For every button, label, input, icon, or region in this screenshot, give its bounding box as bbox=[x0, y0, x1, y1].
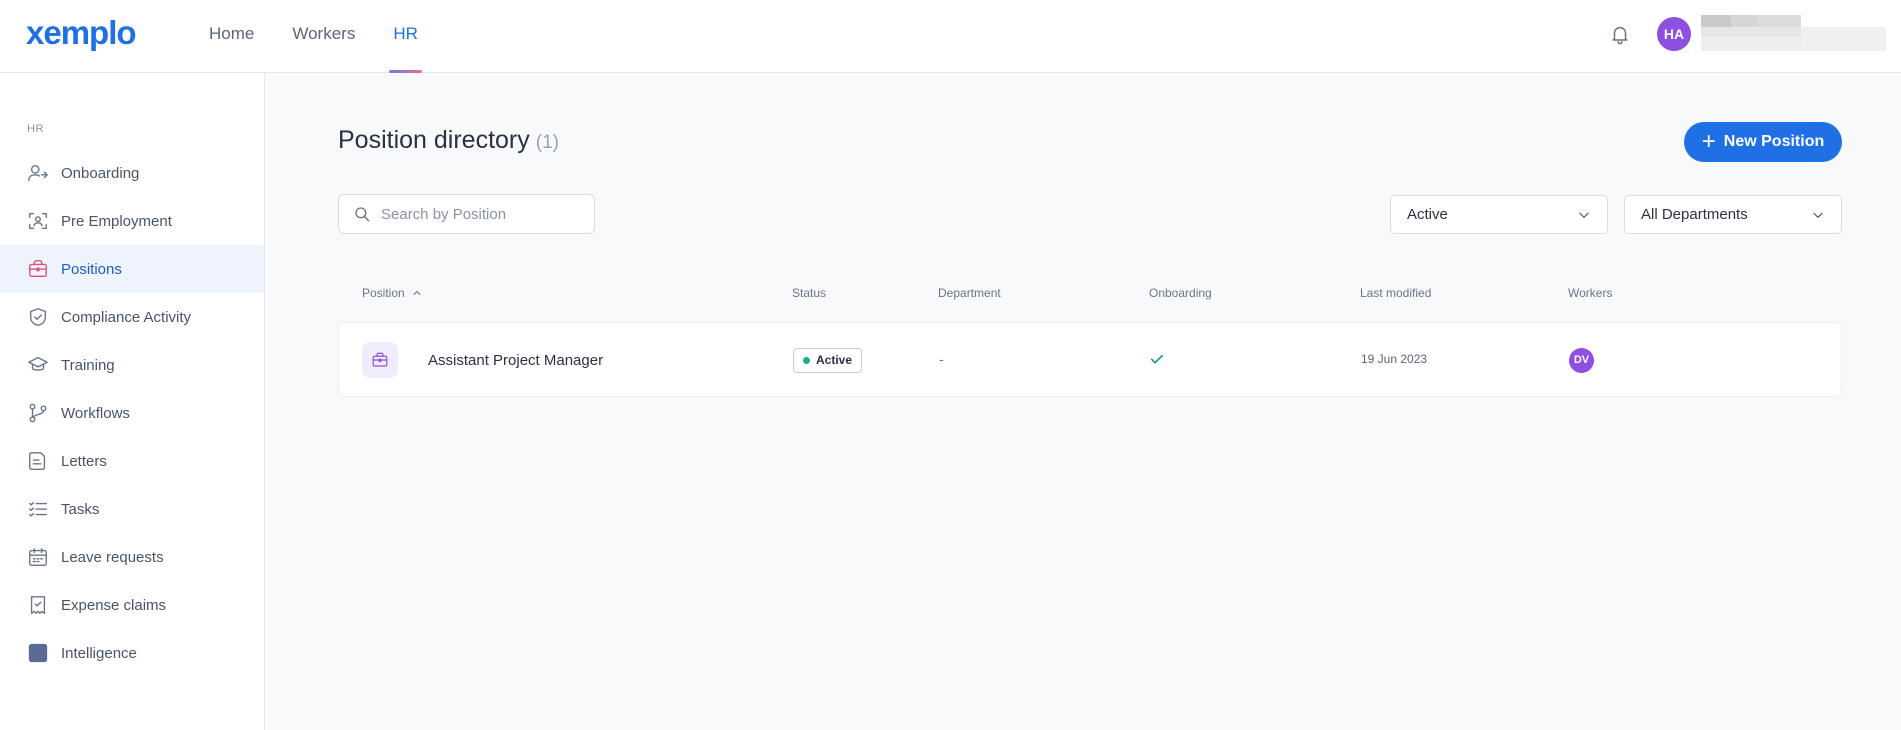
status-filter-value: Active bbox=[1407, 206, 1448, 223]
sidebar-item-label: Tasks bbox=[61, 500, 100, 518]
sidebar-item-label: Training bbox=[61, 356, 115, 374]
column-header-last-modified: Last modified bbox=[1360, 286, 1432, 300]
table-row[interactable]: Assistant Project Manager Active - 19 Ju… bbox=[338, 322, 1842, 397]
status-filter-select[interactable]: Active bbox=[1390, 195, 1608, 234]
search-input[interactable] bbox=[381, 205, 581, 223]
sidebar-item-letters[interactable]: Letters bbox=[0, 437, 264, 485]
page-title-text: Position directory bbox=[338, 126, 530, 154]
nav-hr[interactable]: HR bbox=[381, 0, 430, 73]
onboarding-check-icon bbox=[1150, 354, 1164, 364]
position-name[interactable]: Assistant Project Manager bbox=[428, 352, 603, 369]
sidebar-item-onboarding[interactable]: Onboarding bbox=[0, 149, 264, 197]
sidebar-item-pre-employment[interactable]: Pre Employment bbox=[0, 197, 264, 245]
sidebar-item-label: Leave requests bbox=[61, 548, 164, 566]
workflow-branch-icon bbox=[29, 403, 47, 423]
nav-workers[interactable]: Workers bbox=[280, 0, 367, 73]
sidebar-item-intelligence[interactable]: Intelligence bbox=[0, 629, 264, 677]
sidebar-item-training[interactable]: Training bbox=[0, 341, 264, 389]
user-arrow-icon bbox=[28, 164, 48, 182]
sidebar-item-label: Positions bbox=[61, 260, 122, 278]
chevron-down-icon bbox=[1579, 212, 1589, 218]
sidebar-item-label: Onboarding bbox=[61, 164, 140, 182]
status-badge: Active bbox=[793, 348, 863, 373]
column-header-workers: Workers bbox=[1568, 286, 1613, 300]
last-modified-date: 19 Jun 2023 bbox=[1361, 352, 1428, 366]
sidebar-item-leave-requests[interactable]: Leave requests bbox=[0, 533, 264, 581]
sort-ascending-icon bbox=[413, 290, 421, 296]
user-scan-icon bbox=[29, 212, 47, 230]
letter-icon bbox=[29, 452, 46, 470]
calendar-icon bbox=[29, 548, 47, 566]
task-list-icon bbox=[29, 501, 47, 517]
notification-bell-icon[interactable] bbox=[1609, 22, 1631, 46]
sidebar: HR Onboarding Pre Employment Positions C… bbox=[0, 73, 265, 730]
sidebar-item-workflows[interactable]: Workflows bbox=[0, 389, 264, 437]
sidebar-item-label: Expense claims bbox=[61, 596, 167, 614]
position-count: (1) bbox=[535, 132, 559, 153]
briefcase-icon bbox=[29, 260, 47, 278]
new-position-button[interactable]: + New Position bbox=[1684, 122, 1842, 162]
sidebar-item-label: Workflows bbox=[61, 404, 130, 422]
sidebar-item-label: Letters bbox=[61, 452, 107, 470]
user-avatar[interactable]: HA bbox=[1657, 17, 1691, 51]
main-nav: Home Workers HR bbox=[197, 0, 444, 73]
search-box[interactable] bbox=[338, 194, 595, 234]
sidebar-item-label: Intelligence bbox=[61, 644, 137, 662]
search-icon bbox=[355, 207, 370, 222]
sidebar-item-tasks[interactable]: Tasks bbox=[0, 485, 264, 533]
sidebar-section-label: HR bbox=[27, 123, 44, 135]
xemplo-logo[interactable]: xemplo bbox=[26, 14, 137, 52]
nav-home[interactable]: Home bbox=[197, 0, 266, 73]
column-header-department: Department bbox=[938, 286, 1001, 300]
position-briefcase-icon bbox=[362, 342, 398, 378]
worker-avatar[interactable]: DV bbox=[1569, 348, 1594, 373]
new-position-label: New Position bbox=[1723, 133, 1825, 150]
sidebar-item-expense-claims[interactable]: Expense claims bbox=[0, 581, 264, 629]
sidebar-item-positions[interactable]: Positions bbox=[0, 245, 264, 293]
column-header-onboarding: Onboarding bbox=[1149, 286, 1212, 300]
plus-icon: + bbox=[1701, 128, 1716, 155]
user-name-redacted[interactable] bbox=[1701, 15, 1886, 51]
sidebar-item-label: Compliance Activity bbox=[61, 308, 192, 326]
sidebar-item-compliance-activity[interactable]: Compliance Activity bbox=[0, 293, 264, 341]
department-value: - bbox=[939, 351, 944, 367]
department-filter-value: All Departments bbox=[1641, 206, 1748, 223]
chevron-down-icon bbox=[1813, 212, 1823, 218]
department-filter-select[interactable]: All Departments bbox=[1624, 195, 1842, 234]
graduation-cap-icon bbox=[28, 356, 48, 371]
column-header-status: Status bbox=[792, 286, 827, 300]
receipt-check-icon bbox=[30, 596, 46, 614]
page-title: Position directory (1) bbox=[338, 126, 559, 155]
column-header-label: Position bbox=[362, 286, 405, 300]
intelligence-square-icon bbox=[28, 643, 48, 663]
top-bar: xemplo Home Workers HR HA bbox=[0, 0, 1901, 73]
shield-check-icon bbox=[29, 308, 47, 326]
sidebar-item-label: Pre Employment bbox=[61, 212, 172, 230]
column-header-position[interactable]: Position bbox=[362, 286, 423, 300]
